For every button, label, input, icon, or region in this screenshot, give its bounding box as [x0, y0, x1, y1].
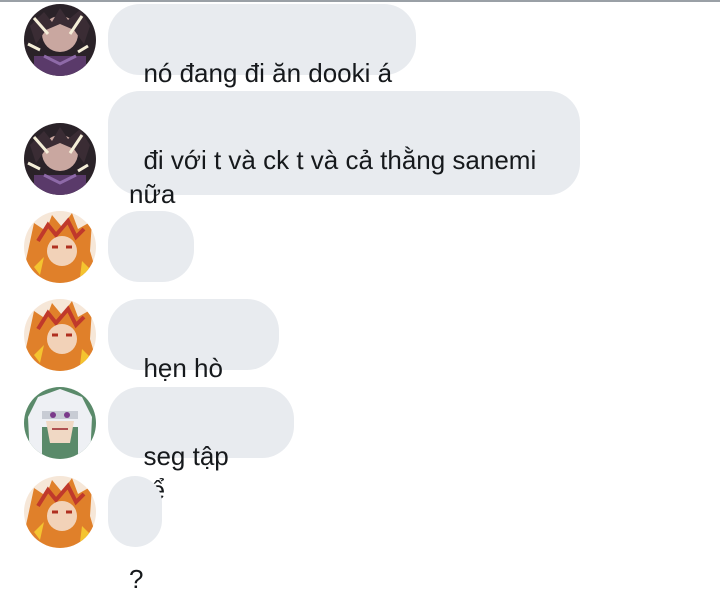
avatar[interactable] — [24, 299, 96, 371]
avatar[interactable] — [24, 211, 96, 283]
top-divider — [0, 0, 720, 2]
message-bubble: adu — [108, 211, 194, 329]
avatar[interactable] — [24, 123, 96, 195]
avatar[interactable] — [24, 476, 96, 548]
avatar[interactable] — [24, 387, 96, 459]
message-text: nó đang đi ăn dooki á — [143, 58, 393, 88]
message-bubble: hẹn hò đôi — [108, 299, 279, 417]
message-bubble: ? — [108, 476, 162, 594]
avatar[interactable] — [24, 4, 96, 76]
message-bubble: seg tập thể — [108, 387, 294, 505]
message-text: ? — [129, 564, 144, 594]
message-bubble: đi với t và ck t và cả thằng sanemi nữa — [108, 91, 580, 209]
message-bubble: nó đang đi ăn dooki á — [108, 4, 416, 88]
message-text: đi với t và ck t và cả thằng sanemi nữa — [129, 145, 544, 209]
